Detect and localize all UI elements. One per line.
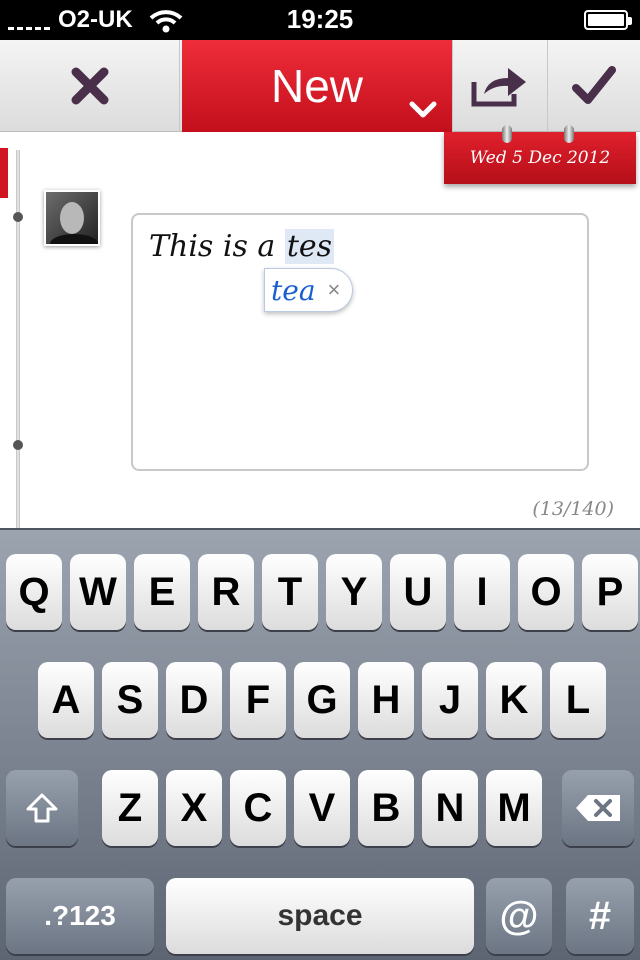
status-bar: O2-UK 19:25	[0, 0, 640, 40]
binder-ring-icon	[564, 125, 574, 143]
key-t[interactable]: T	[262, 554, 318, 630]
key-e[interactable]: E	[134, 554, 190, 630]
key-a[interactable]: A	[38, 662, 94, 738]
avatar	[44, 190, 100, 246]
message-text: This is a	[149, 229, 285, 264]
binder-ring-icon	[502, 125, 512, 143]
key-d[interactable]: D	[166, 662, 222, 738]
at-key[interactable]: @	[486, 878, 552, 954]
hash-key[interactable]: #	[566, 878, 634, 954]
current-word: tes	[284, 229, 335, 264]
keyboard: Q W E R T Y U I O P A S D F G H J K L Z …	[0, 528, 640, 960]
date-tab: Wed 5 Dec 2012	[444, 125, 636, 184]
key-x[interactable]: X	[166, 770, 222, 846]
close-icon	[71, 67, 108, 105]
shift-key[interactable]	[6, 770, 78, 846]
notebook-edge	[0, 148, 8, 198]
key-k[interactable]: K	[486, 662, 542, 738]
cancel-button[interactable]	[0, 40, 180, 132]
spine-knob	[13, 212, 23, 222]
backspace-key[interactable]	[562, 770, 634, 846]
key-h[interactable]: H	[358, 662, 414, 738]
spine-knob	[13, 440, 23, 450]
new-post-type-selector[interactable]: New	[182, 40, 452, 132]
key-p[interactable]: P	[582, 554, 638, 630]
date-label: Wed 5 Dec 2012	[469, 148, 611, 168]
key-g[interactable]: G	[294, 662, 350, 738]
message-text-area[interactable]: This is a tes	[131, 213, 589, 471]
key-c[interactable]: C	[230, 770, 286, 846]
key-i[interactable]: I	[454, 554, 510, 630]
key-n[interactable]: N	[422, 770, 478, 846]
suggestion-word: tea	[271, 273, 316, 307]
key-v[interactable]: V	[294, 770, 350, 846]
dismiss-suggestion-icon[interactable]: ×	[328, 277, 341, 303]
key-r[interactable]: R	[198, 554, 254, 630]
key-u[interactable]: U	[390, 554, 446, 630]
status-time: 19:25	[286, 4, 354, 34]
share-button[interactable]	[452, 40, 548, 132]
backspace-icon	[576, 795, 620, 821]
key-j[interactable]: J	[422, 662, 478, 738]
key-o[interactable]: O	[518, 554, 574, 630]
character-count: (13/140)	[532, 498, 614, 520]
autocorrect-suggestion[interactable]: tea ×	[264, 268, 354, 312]
key-z[interactable]: Z	[102, 770, 158, 846]
key-l[interactable]: L	[550, 662, 606, 738]
key-f[interactable]: F	[230, 662, 286, 738]
notebook-spine	[16, 150, 20, 530]
key-y[interactable]: Y	[326, 554, 382, 630]
key-w[interactable]: W	[70, 554, 126, 630]
done-button[interactable]	[548, 40, 640, 132]
checkmark-icon	[572, 66, 616, 104]
numbers-key[interactable]: .?123	[6, 878, 154, 954]
shift-arrow-icon	[26, 793, 58, 823]
key-s[interactable]: S	[102, 662, 158, 738]
key-q[interactable]: Q	[6, 554, 62, 630]
space-key[interactable]: space	[166, 878, 474, 954]
key-m[interactable]: M	[486, 770, 542, 846]
toolbar: New	[0, 40, 640, 132]
chevron-down-icon	[409, 101, 437, 118]
battery-icon	[584, 10, 632, 30]
share-icon	[471, 68, 526, 107]
key-b[interactable]: B	[358, 770, 414, 846]
toolbar-title: New	[270, 60, 364, 112]
